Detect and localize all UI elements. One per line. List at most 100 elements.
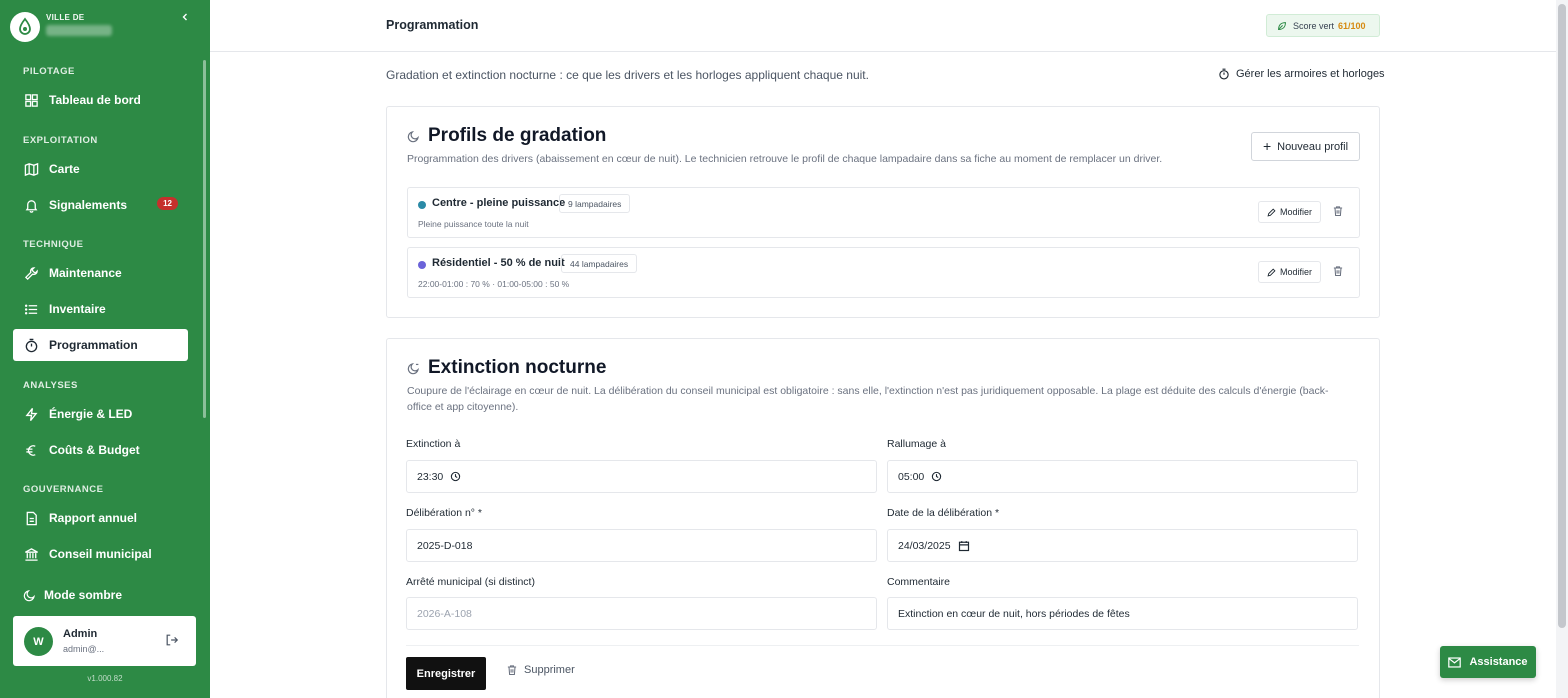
- pencil-icon: [1267, 207, 1276, 217]
- moon-icon: [407, 130, 420, 143]
- profile-name: Résidentiel - 50 % de nuit: [432, 257, 565, 269]
- deliberation-number-input[interactable]: 2025-D-018: [406, 529, 877, 562]
- brand-prefix: VILLE DE: [46, 13, 85, 22]
- sidebar-item-tableau-de-bord[interactable]: Tableau de bord: [13, 84, 188, 116]
- extinction-time-label: Extinction à: [406, 438, 461, 450]
- collapse-sidebar-button[interactable]: [176, 8, 194, 26]
- moon-clock-icon: [407, 362, 420, 375]
- profile-name: Centre - pleine puissance: [432, 197, 566, 209]
- list-icon: [23, 301, 39, 317]
- manage-link-label: Gérer les armoires et horloges: [1236, 68, 1385, 80]
- profile-row[interactable]: Résidentiel - 50 % de nuit 44 lampadaire…: [407, 247, 1360, 298]
- lamp-count-badge: 44 lampadaires: [561, 254, 638, 273]
- moon-icon: [23, 589, 36, 602]
- score-label: Score vert: [1293, 20, 1335, 31]
- wrench-icon: [23, 265, 39, 281]
- trash-icon[interactable]: [1332, 205, 1346, 219]
- clock-icon[interactable]: [450, 471, 461, 482]
- page-title: Programmation: [386, 18, 479, 32]
- profile-color-dot: [418, 201, 426, 209]
- sidebar-item-label: Programmation: [49, 338, 138, 352]
- user-card: W Admin admin@...: [13, 616, 196, 666]
- extinction-time-input[interactable]: 23:30: [406, 460, 877, 493]
- sidebar-scrollbar[interactable]: [203, 60, 206, 418]
- clock-icon[interactable]: [931, 471, 942, 482]
- sidebar-item-programmation[interactable]: Programmation: [13, 329, 188, 361]
- modify-profile-button[interactable]: Modifier: [1258, 201, 1321, 223]
- dashboard-icon: [23, 92, 39, 108]
- sidebar-item-carte[interactable]: Carte: [13, 153, 188, 185]
- section-technique: TECHNIQUE: [23, 239, 84, 250]
- brand-city-name-redacted: [46, 25, 112, 36]
- app-version: v1.000.82: [87, 674, 123, 683]
- avatar: W: [24, 627, 53, 656]
- sidebar-item-rapport[interactable]: Rapport annuel: [13, 502, 188, 534]
- city-logo-icon: [10, 12, 40, 42]
- gradation-title: Profils de gradation: [407, 125, 606, 147]
- mail-icon: [1448, 656, 1462, 668]
- sidebar-item-label: Carte: [49, 162, 80, 176]
- assistance-button[interactable]: Assistance: [1440, 646, 1536, 678]
- save-button[interactable]: Enregistrer: [406, 657, 486, 690]
- sidebar-item-energie[interactable]: Énergie & LED: [13, 398, 188, 430]
- user-name: Admin: [63, 628, 98, 640]
- modify-profile-button[interactable]: Modifier: [1258, 261, 1321, 283]
- new-profile-button[interactable]: + Nouveau profil: [1251, 132, 1360, 161]
- commentaire-input[interactable]: Extinction en cœur de nuit, hors période…: [887, 597, 1358, 630]
- sidebar: VILLE DE PILOTAGE Tableau de bord EXPLOI…: [0, 0, 210, 698]
- sidebar-item-couts[interactable]: Coûts & Budget: [13, 434, 188, 466]
- delete-button[interactable]: Supprimer: [506, 664, 575, 676]
- section-gouvernance: GOUVERNANCE: [23, 484, 104, 495]
- sidebar-item-maintenance[interactable]: Maintenance: [13, 257, 188, 289]
- top-bar: Programmation Score vert 61/100: [210, 0, 1556, 52]
- map-icon: [23, 161, 39, 177]
- arrete-label: Arrêté municipal (si distinct): [406, 576, 535, 588]
- sidebar-item-label: Signalements: [49, 198, 128, 212]
- section-analyses: ANALYSES: [23, 380, 78, 391]
- gradation-description: Programmation des drivers (abaissement e…: [407, 153, 1163, 165]
- extinction-description: Coupure de l'éclairage en cœur de nuit. …: [407, 385, 1329, 413]
- profile-row[interactable]: Centre - pleine puissance 9 lampadaires …: [407, 187, 1360, 238]
- deliberation-date-label: Date de la délibération *: [887, 507, 1000, 519]
- rallumage-time-input[interactable]: 05:00: [887, 460, 1358, 493]
- rallumage-time-label: Rallumage à: [887, 438, 946, 450]
- plus-icon: +: [1262, 138, 1272, 154]
- sidebar-item-label: Rapport annuel: [49, 511, 138, 525]
- deliberation-date-input[interactable]: 24/03/2025: [887, 529, 1358, 562]
- euro-icon: [23, 442, 39, 458]
- green-score-badge[interactable]: Score vert 61/100: [1266, 14, 1380, 37]
- profile-schedule: Pleine puissance toute la nuit: [418, 219, 529, 229]
- sidebar-item-label: Inventaire: [49, 302, 106, 316]
- logout-icon: [166, 634, 179, 646]
- dark-mode-label: Mode sombre: [44, 588, 123, 602]
- extinction-title: Extinction nocturne: [407, 357, 606, 379]
- timer-icon: [1218, 68, 1230, 80]
- sidebar-item-conseil[interactable]: Conseil municipal: [13, 538, 188, 570]
- brand[interactable]: VILLE DE: [10, 10, 200, 44]
- arrete-input[interactable]: 2026-A-108: [406, 597, 877, 630]
- user-email: admin@...: [63, 644, 105, 654]
- pencil-icon: [1267, 267, 1276, 277]
- document-icon: [23, 510, 39, 526]
- sidebar-item-label: Énergie & LED: [49, 407, 133, 421]
- score-value: 61/100: [1338, 20, 1366, 31]
- dark-mode-toggle[interactable]: Mode sombre: [13, 583, 188, 607]
- signalements-count-badge: 12: [157, 197, 178, 210]
- logout-button[interactable]: [165, 633, 181, 649]
- manage-cabinets-link[interactable]: Gérer les armoires et horloges: [1218, 68, 1385, 80]
- trash-icon[interactable]: [1332, 265, 1346, 279]
- profile-schedule: 22:00-01:00 : 70 % · 01:00-05:00 : 50 %: [418, 279, 570, 289]
- lightning-icon: [23, 406, 39, 422]
- section-exploitation: EXPLOITATION: [23, 135, 98, 146]
- gradation-profiles-card: Profils de gradation Programmation des d…: [386, 106, 1380, 318]
- night-extinction-card: Extinction nocturne Coupure de l'éclaira…: [386, 338, 1380, 698]
- sidebar-item-label: Tableau de bord: [49, 93, 141, 107]
- sidebar-item-inventaire[interactable]: Inventaire: [13, 293, 188, 325]
- page-scrollbar-thumb[interactable]: [1558, 4, 1566, 628]
- sidebar-item-signalements[interactable]: Signalements 12: [13, 189, 188, 221]
- deliberation-number-label: Délibération n° *: [406, 507, 482, 519]
- calendar-icon[interactable]: [958, 540, 970, 552]
- lamp-count-badge: 9 lampadaires: [559, 194, 631, 213]
- section-pilotage: PILOTAGE: [23, 66, 75, 77]
- chevron-left-icon: [182, 13, 187, 21]
